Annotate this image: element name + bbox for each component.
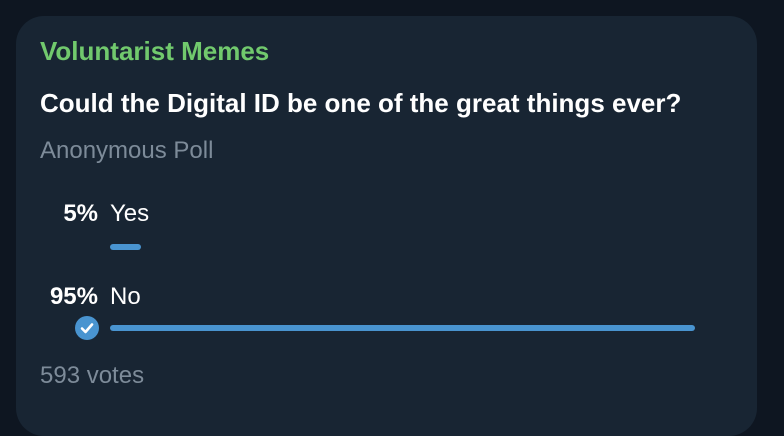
option-percent: 95% — [49, 283, 98, 310]
poll-question: Could the Digital ID be one of the great… — [40, 88, 682, 118]
poll-type-label: Anonymous Poll — [40, 137, 214, 164]
poll-option-yes[interactable]: 5% Yes — [0, 200, 784, 280]
channel-name[interactable]: Voluntarist Memes — [40, 36, 269, 67]
vote-count: 593 votes — [40, 362, 145, 389]
option-percent: 5% — [63, 200, 98, 227]
poll-option-no[interactable]: 95% No — [0, 283, 784, 363]
option-result-bar — [110, 244, 141, 250]
voted-check-icon — [75, 316, 99, 340]
option-label: Yes — [110, 200, 150, 227]
option-label: No — [110, 283, 141, 310]
option-result-bar — [110, 325, 695, 331]
